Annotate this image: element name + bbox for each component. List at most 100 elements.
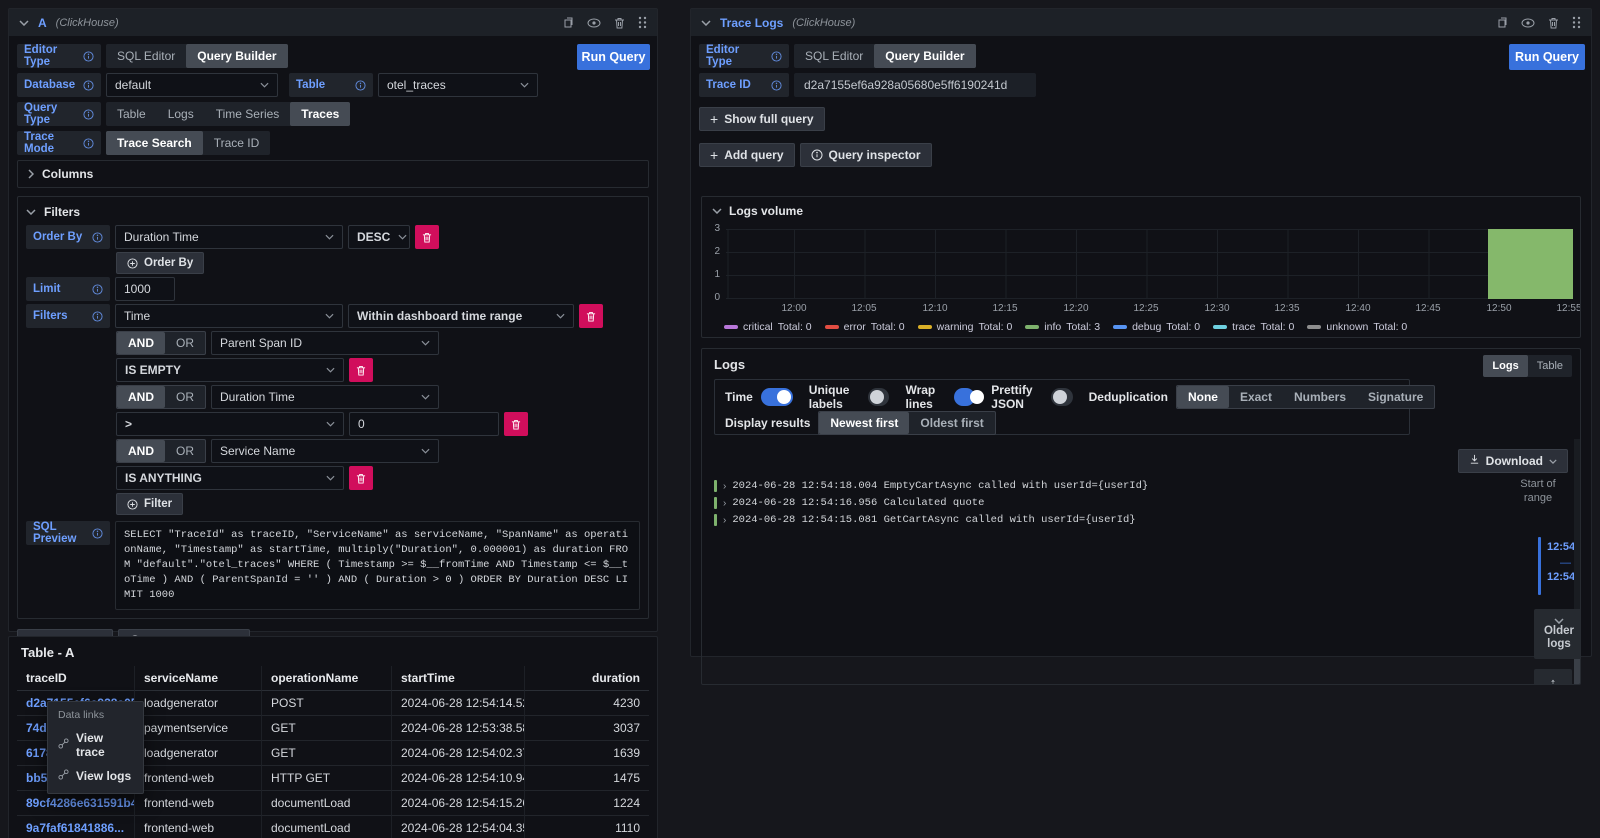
- add-filter-button[interactable]: Filter: [116, 493, 183, 515]
- oldest-first-option[interactable]: Oldest first: [909, 412, 994, 434]
- order-by-field-select[interactable]: Duration Time: [115, 225, 343, 249]
- or-option[interactable]: OR: [165, 386, 205, 408]
- info-icon[interactable]: [92, 528, 103, 539]
- legend-item[interactable]: debugTotal: 0: [1113, 321, 1200, 333]
- sql-editor-option[interactable]: SQL Editor: [106, 44, 186, 68]
- trace-logs-title[interactable]: Trace Logs: [720, 16, 783, 30]
- table-select[interactable]: otel_traces: [378, 73, 538, 97]
- info-icon[interactable]: [83, 109, 94, 120]
- filter-value-select[interactable]: Within dashboard time range: [348, 304, 574, 328]
- older-logs-button[interactable]: Older logs: [1534, 609, 1581, 659]
- log-line[interactable]: › 2024-06-28 12:54:16.956 Calculated quo…: [714, 496, 984, 510]
- info-bar[interactable]: [1488, 229, 1573, 299]
- trash-icon[interactable]: [1548, 17, 1559, 29]
- legend-item[interactable]: criticalTotal: 0: [724, 321, 812, 333]
- view-logs-menu-item[interactable]: View logs: [48, 764, 143, 788]
- columns-section[interactable]: Columns: [17, 160, 649, 188]
- legend-item[interactable]: unknownTotal: 0: [1307, 321, 1407, 333]
- view-logs-option[interactable]: Logs: [1483, 355, 1527, 377]
- log-line[interactable]: › 2024-06-28 12:54:18.004 EmptyCartAsync…: [714, 479, 1148, 493]
- logs-volume-header[interactable]: Logs volume: [712, 204, 803, 218]
- time-toggle[interactable]: [761, 388, 793, 406]
- panel-a-title[interactable]: A: [38, 16, 47, 30]
- info-icon[interactable]: [83, 80, 94, 91]
- and-option[interactable]: AND: [117, 386, 165, 408]
- run-query-button[interactable]: Run Query: [577, 44, 650, 70]
- copy-icon[interactable]: [561, 16, 574, 29]
- dedup-signature-option[interactable]: Signature: [1357, 386, 1434, 408]
- trace-id-option[interactable]: Trace ID: [203, 131, 271, 155]
- dedup-none-option[interactable]: None: [1177, 386, 1229, 408]
- delete-condition-button[interactable]: [349, 358, 373, 382]
- view-trace-menu-item[interactable]: View trace: [48, 726, 143, 764]
- order-by-direction-select[interactable]: DESC: [348, 225, 410, 249]
- legend-item[interactable]: warningTotal: 0: [918, 321, 1013, 333]
- delete-order-by-button[interactable]: [415, 225, 439, 249]
- delete-condition-button[interactable]: [349, 466, 373, 490]
- add-order-by-button[interactable]: Order By: [116, 252, 204, 274]
- newest-first-option[interactable]: Newest first: [819, 412, 909, 434]
- sql-editor-option[interactable]: SQL Editor: [794, 44, 874, 68]
- eye-icon[interactable]: [587, 18, 601, 28]
- info-icon[interactable]: [92, 311, 103, 322]
- expand-log-icon[interactable]: ›: [723, 481, 726, 492]
- prettify-json-toggle[interactable]: [1051, 388, 1072, 406]
- expand-log-icon[interactable]: ›: [723, 498, 726, 509]
- condition-operator-select[interactable]: IS ANYTHING: [116, 466, 344, 490]
- eye-icon[interactable]: [1521, 18, 1535, 28]
- or-option[interactable]: OR: [165, 332, 205, 354]
- collapse-chevron-icon[interactable]: [701, 20, 711, 26]
- info-icon[interactable]: [355, 80, 366, 91]
- query-builder-option[interactable]: Query Builder: [874, 44, 975, 68]
- condition-field-select[interactable]: Parent Span ID: [211, 331, 439, 355]
- drag-handle-icon[interactable]: [1572, 16, 1581, 29]
- condition-field-select[interactable]: Service Name: [211, 439, 439, 463]
- query-type-logs[interactable]: Logs: [157, 102, 205, 126]
- limit-input[interactable]: 1000: [115, 277, 175, 301]
- database-select[interactable]: default: [106, 73, 278, 97]
- info-icon[interactable]: [92, 232, 103, 243]
- trace-id-link[interactable]: 9a7faf61841886...: [17, 816, 135, 838]
- legend-item[interactable]: errorTotal: 0: [825, 321, 905, 333]
- unique-labels-toggle[interactable]: [868, 388, 889, 406]
- query-type-traces[interactable]: Traces: [290, 102, 350, 126]
- condition-operator-select[interactable]: >: [116, 412, 344, 436]
- show-full-query-button[interactable]: +Show full query: [699, 107, 825, 131]
- col-header-servicename[interactable]: serviceName: [135, 666, 262, 691]
- query-builder-option[interactable]: Query Builder: [186, 44, 287, 68]
- info-icon[interactable]: [83, 138, 94, 149]
- copy-icon[interactable]: [1495, 16, 1508, 29]
- trace-id-value[interactable]: d2a7155ef6a928a05680e5ff6190241d: [794, 73, 1036, 97]
- expand-log-icon[interactable]: ›: [723, 515, 726, 526]
- condition-field-select[interactable]: Duration Time: [211, 385, 439, 409]
- scroll-to-top-button[interactable]: ↑: [1534, 669, 1572, 685]
- view-table-option[interactable]: Table: [1528, 355, 1572, 377]
- col-header-operationname[interactable]: operationName: [262, 666, 392, 691]
- condition-operator-select[interactable]: IS EMPTY: [116, 358, 344, 382]
- download-button[interactable]: Download: [1458, 449, 1568, 473]
- info-icon[interactable]: [83, 51, 94, 62]
- legend-item[interactable]: infoTotal: 3: [1025, 321, 1100, 333]
- trash-icon[interactable]: [614, 17, 625, 29]
- col-header-traceid[interactable]: traceID: [17, 666, 135, 691]
- query-inspector-button[interactable]: Query inspector: [800, 143, 932, 167]
- query-type-timeseries[interactable]: Time Series: [205, 102, 291, 126]
- filter-field-select[interactable]: Time: [115, 304, 343, 328]
- run-query-button[interactable]: Run Query: [1509, 44, 1585, 70]
- delete-condition-button[interactable]: [504, 412, 528, 436]
- col-header-duration[interactable]: duration: [525, 666, 649, 691]
- info-icon[interactable]: [771, 80, 782, 91]
- and-option[interactable]: AND: [117, 440, 165, 462]
- trace-search-option[interactable]: Trace Search: [106, 131, 203, 155]
- trace-id-link[interactable]: 89cf4286e631591b4...: [17, 791, 135, 816]
- and-option[interactable]: AND: [117, 332, 165, 354]
- log-line[interactable]: › 2024-06-28 12:54:15.081 GetCartAsync c…: [714, 513, 1136, 527]
- collapse-chevron-icon[interactable]: [19, 20, 29, 26]
- legend-item[interactable]: traceTotal: 0: [1213, 321, 1294, 333]
- filters-section-header[interactable]: Filters: [26, 205, 640, 219]
- query-type-table[interactable]: Table: [106, 102, 157, 126]
- drag-handle-icon[interactable]: [638, 16, 647, 29]
- col-header-starttime[interactable]: startTime: [392, 666, 525, 691]
- condition-value-input[interactable]: 0: [349, 412, 499, 436]
- delete-filter-button[interactable]: [579, 304, 603, 328]
